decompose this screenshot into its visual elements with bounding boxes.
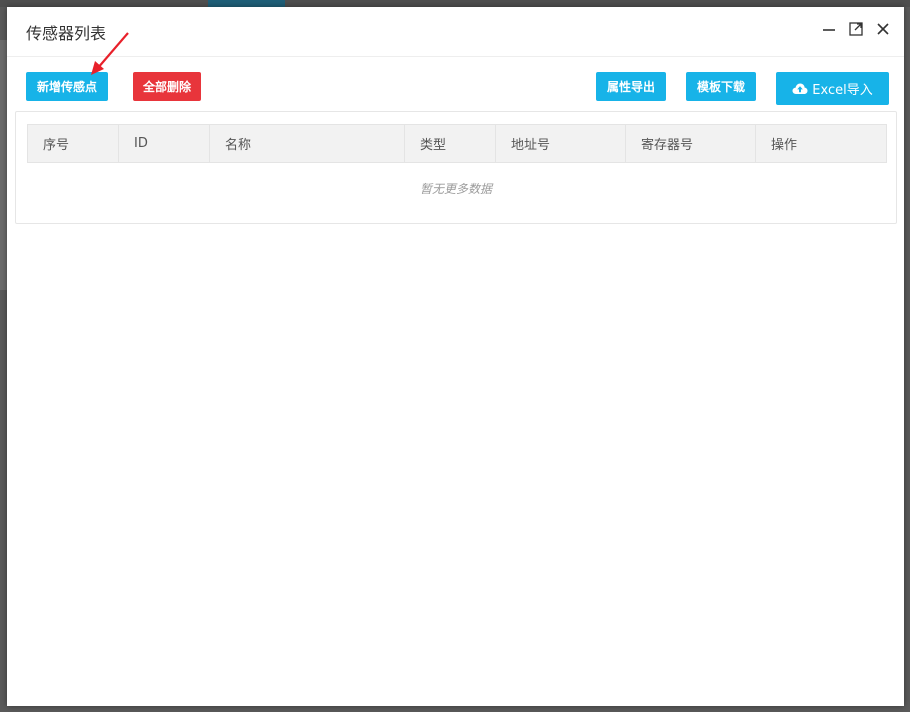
window-controls <box>821 21 890 36</box>
dialog-title: 传感器列表 <box>26 24 107 43</box>
column-header-id[interactable]: ID <box>119 125 210 162</box>
excel-import-label: Excel导入 <box>812 83 873 98</box>
excel-import-button[interactable]: Excel导入 <box>776 72 889 105</box>
background-tab <box>208 0 285 7</box>
background-sidebar <box>0 40 7 290</box>
close-icon[interactable] <box>875 21 890 36</box>
sensor-table: 序号 ID 名称 类型 地址号 寄存器号 操作 暂无更多数据 <box>15 111 897 224</box>
add-sensor-point-button[interactable]: 新增传感点 <box>26 72 108 101</box>
column-header-address[interactable]: 地址号 <box>496 125 626 162</box>
cloud-upload-icon <box>792 83 808 94</box>
empty-table-message: 暂无更多数据 <box>419 182 492 196</box>
dialog-header: 传感器列表 <box>7 7 904 57</box>
minimize-icon[interactable] <box>821 21 836 36</box>
export-properties-button[interactable]: 属性导出 <box>596 72 666 101</box>
column-header-name[interactable]: 名称 <box>210 125 405 162</box>
toolbar: 新增传感点 全部删除 属性导出 模板下载 Excel导入 <box>7 71 904 105</box>
sensor-list-dialog: 传感器列表 新增传感点 全部删除 属性导出 模板下载 Excel导入 序号 ID… <box>7 7 904 706</box>
table-header: 序号 ID 名称 类型 地址号 寄存器号 操作 <box>27 124 887 163</box>
column-header-register[interactable]: 寄存器号 <box>626 125 756 162</box>
column-header-index[interactable]: 序号 <box>28 125 119 162</box>
column-header-actions[interactable]: 操作 <box>756 125 886 162</box>
delete-all-button[interactable]: 全部删除 <box>133 72 201 101</box>
background-topbar <box>0 0 910 7</box>
template-download-button[interactable]: 模板下载 <box>686 72 756 101</box>
maximize-icon[interactable] <box>848 21 863 36</box>
column-header-type[interactable]: 类型 <box>405 125 496 162</box>
